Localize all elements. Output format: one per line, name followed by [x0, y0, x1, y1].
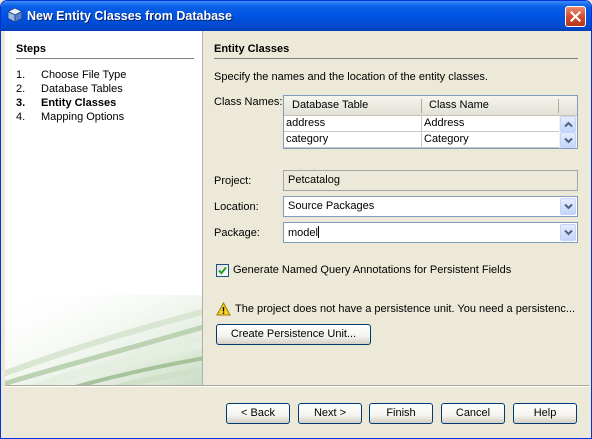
cell-database-table: category — [286, 133, 329, 145]
create-persistence-unit-button[interactable]: Create Persistence Unit... — [216, 324, 371, 345]
netbeans-cube-icon — [7, 7, 23, 23]
next-button[interactable]: Next > — [298, 403, 362, 424]
instructions-text: Specify the names and the location of th… — [214, 71, 488, 83]
back-button[interactable]: < Back — [226, 403, 290, 424]
column-divider — [558, 99, 559, 113]
checkmark-icon — [218, 266, 227, 275]
location-value: Source Packages — [288, 200, 375, 212]
named-query-checkbox[interactable] — [216, 264, 229, 277]
table-row[interactable]: address Address — [284, 116, 560, 132]
project-field: Petcatalog — [283, 170, 578, 191]
location-dropdown-button[interactable] — [560, 198, 576, 215]
persistence-warning: The project does not have a persistence … — [216, 301, 575, 319]
steps-divider — [16, 58, 194, 59]
cell-divider — [421, 132, 422, 148]
step-label: Mapping Options — [41, 111, 125, 123]
step-label: Database Tables — [41, 83, 123, 95]
scroll-down-button[interactable] — [560, 132, 576, 148]
table-header: Database Table Class Name — [284, 96, 577, 116]
chevron-up-icon — [564, 121, 573, 128]
chevron-down-icon — [564, 137, 573, 144]
cell-class-name[interactable]: Category — [424, 133, 469, 145]
step-item: 4. Mapping Options — [16, 111, 124, 123]
step-item: 2. Database Tables — [16, 83, 123, 95]
close-button[interactable] — [565, 6, 586, 27]
step-item: 1. Choose File Type — [16, 69, 126, 81]
section-title: Entity Classes — [214, 43, 290, 55]
step-label: Choose File Type — [41, 69, 127, 81]
footer-divider-highlight — [5, 386, 589, 387]
package-value: model — [288, 227, 318, 239]
scroll-up-button[interactable] — [560, 116, 576, 132]
step-item-current: 3. Entity Classes — [16, 97, 116, 109]
cell-database-table: address — [286, 117, 326, 129]
column-header-class-name[interactable]: Class Name — [429, 99, 489, 111]
wizard-decoration-image — [5, 295, 202, 385]
step-number: 3. — [16, 97, 26, 109]
warning-text: The project does not have a persistence … — [235, 303, 576, 315]
step-label: Entity Classes — [41, 97, 117, 109]
table-scrollbar[interactable] — [559, 116, 577, 148]
package-dropdown-button[interactable] — [560, 224, 576, 241]
location-label: Location: — [214, 201, 259, 213]
cell-class-name[interactable]: Address — [424, 117, 464, 129]
cell-divider — [421, 116, 422, 132]
column-divider — [421, 99, 422, 113]
step-number: 2. — [16, 83, 26, 95]
warning-icon — [216, 301, 231, 316]
location-select[interactable]: Source Packages — [283, 196, 578, 217]
section-divider — [214, 58, 578, 59]
class-names-table[interactable]: Database Table Class Name address Addres… — [283, 95, 578, 149]
step-number: 1. — [16, 69, 26, 81]
step-number: 4. — [16, 111, 26, 123]
package-input[interactable]: model — [288, 226, 319, 239]
package-combobox[interactable]: model — [283, 222, 578, 243]
project-label: Project: — [214, 175, 252, 187]
project-value: Petcatalog — [288, 174, 340, 186]
class-names-label: Class Names: — [214, 96, 283, 108]
chevron-down-icon — [564, 229, 573, 236]
text-caret — [317, 226, 319, 238]
window-title: New Entity Classes from Database — [27, 9, 232, 23]
steps-title: Steps — [16, 43, 46, 55]
finish-button[interactable]: Finish — [369, 403, 433, 424]
dialog-window: New Entity Classes from Database Steps 1… — [0, 0, 592, 439]
cancel-button[interactable]: Cancel — [441, 403, 505, 424]
chevron-down-icon — [564, 203, 573, 210]
column-header-database-table[interactable]: Database Table — [292, 99, 368, 111]
steps-panel: Steps 1. Choose File Type 2. Database Tabl… — [5, 31, 203, 385]
main-content: Entity Classes Specify the names and the… — [204, 31, 588, 385]
named-query-label[interactable]: Generate Named Query Annotations for Per… — [233, 264, 511, 276]
package-label: Package: — [214, 227, 260, 239]
table-row[interactable]: category Category — [284, 132, 560, 148]
help-button[interactable]: Help — [513, 403, 577, 424]
close-icon — [570, 11, 581, 22]
title-bar[interactable]: New Entity Classes from Database — [1, 1, 591, 31]
